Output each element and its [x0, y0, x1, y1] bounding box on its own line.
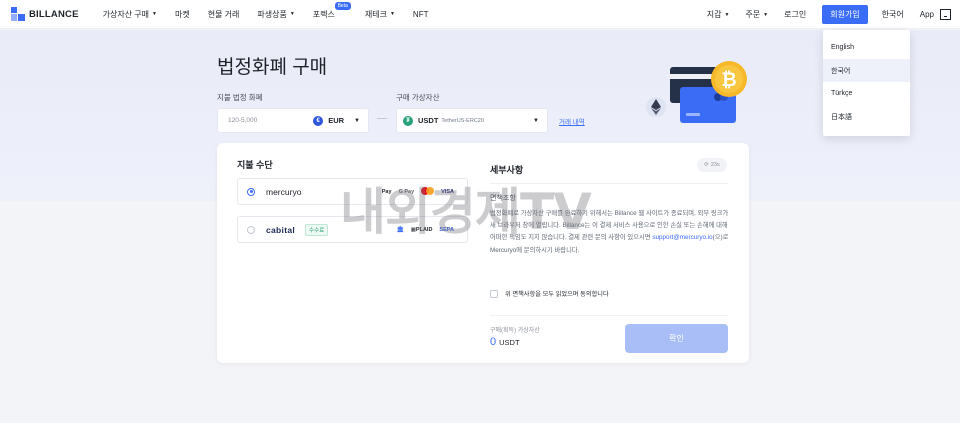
payment-method-title: 지불 수단: [237, 160, 273, 170]
nav-item-derivatives[interactable]: 파생상품 ▼: [257, 9, 294, 20]
logo-icon: [11, 7, 25, 21]
nav-item-spot[interactable]: 현물 거래: [208, 9, 240, 20]
main-menu: 가상자산 구매 ▼ 마켓 현물 거래 파생상품 ▼ 포렉스 Beta 재테크 ▼ NFT: [103, 1, 447, 20]
confirm-button[interactable]: 확인: [625, 324, 728, 353]
euro-icon: €: [313, 115, 324, 126]
support-email-link[interactable]: support@mercuryo.io: [652, 234, 712, 241]
receive-label: 구매(획득) 가상자산: [490, 328, 540, 334]
language-option-korean[interactable]: 한국어: [823, 59, 910, 82]
receive-amount: 0: [490, 336, 497, 348]
fee-badge: 수수료: [305, 223, 329, 236]
chevron-down-icon: ▼: [389, 11, 395, 17]
crypto-card-illustration: ₿: [646, 61, 747, 123]
pay-amount-field[interactable]: 120-5,000 € EUR ▼: [217, 108, 369, 133]
refresh-timer[interactable]: ⟳ 23s: [697, 158, 727, 172]
divider: [490, 315, 728, 316]
brand-name: BILLANCE: [29, 8, 79, 20]
nav-item-forex[interactable]: 포렉스 Beta: [313, 1, 351, 20]
chevron-down-icon: ▼: [763, 11, 769, 18]
buy-coin-network: TetherUS-ERC20: [441, 117, 484, 124]
app-download[interactable]: App: [920, 9, 951, 20]
download-icon: [940, 9, 951, 20]
buy-coin-value: USDT: [418, 116, 439, 125]
broadcaster-watermark: 내외경제TV: [340, 183, 592, 241]
app-label: App: [919, 10, 934, 19]
provider-name: cabital: [266, 224, 296, 235]
nav-item-earn[interactable]: 재테크 ▼: [365, 9, 395, 20]
receive-value: 0 USDT: [490, 336, 520, 348]
signup-button[interactable]: 회원가입: [822, 5, 868, 24]
transaction-history-link[interactable]: 거래 내역: [559, 116, 585, 126]
nav-wallet[interactable]: 지갑 ▼: [707, 9, 730, 20]
nav-item-markets[interactable]: 마켓: [175, 9, 190, 20]
language-dropdown: English 한국어 Türkçe 日本語: [823, 30, 910, 136]
login-link[interactable]: 로그인: [784, 9, 806, 20]
brand-logo[interactable]: BILLANCE: [11, 7, 79, 21]
agree-row[interactable]: 위 면책사항을 모두 읽었으며 동의합니다: [490, 289, 609, 298]
radio-selected[interactable]: [247, 187, 255, 196]
svg-text:₿: ₿: [721, 70, 736, 91]
page-title: 법정화폐 구매: [217, 57, 328, 78]
refresh-icon: ⟳: [704, 162, 709, 168]
caret-down-icon[interactable]: ▼: [354, 118, 360, 124]
nav-right: 지갑 ▼ 주문 ▼ 로그인 회원가입 한국어 App: [707, 0, 960, 29]
chevron-down-icon: ▼: [152, 11, 157, 17]
agree-checkbox[interactable]: [490, 289, 498, 298]
language-option-turkish[interactable]: Türkçe: [823, 82, 910, 105]
pay-amount-input[interactable]: 120-5,000: [228, 117, 313, 124]
language-option-english[interactable]: English: [823, 36, 910, 59]
separator-dash: [377, 118, 387, 119]
agree-label[interactable]: 위 면책사항을 모두 읽었으며 동의합니다: [505, 289, 609, 298]
chevron-down-icon: ▼: [289, 11, 295, 17]
provider-name: mercuryo: [266, 186, 302, 197]
language-option-japanese[interactable]: 日本語: [823, 105, 910, 128]
chevron-down-icon: ▼: [724, 11, 730, 18]
language-selector[interactable]: 한국어: [882, 9, 904, 20]
caret-down-icon[interactable]: ▼: [533, 118, 539, 124]
receive-unit: USDT: [499, 338, 520, 347]
pay-currency-value[interactable]: EUR: [328, 116, 344, 125]
buy-crypto-label: 구매 가상자산: [396, 93, 440, 102]
nav-item-buy-crypto[interactable]: 가상자산 구매 ▼: [103, 9, 157, 20]
radio-unselected[interactable]: [247, 225, 255, 234]
nav-item-nft[interactable]: NFT: [413, 9, 429, 20]
nav-orders[interactable]: 주문 ▼: [745, 9, 768, 20]
buy-crypto-select[interactable]: ₮ USDT TetherUS-ERC20 ▼: [396, 108, 548, 133]
pay-currency-label: 지불 법정 화폐: [217, 93, 263, 102]
beta-badge: Beta: [334, 1, 351, 10]
top-nav: BILLANCE 가상자산 구매 ▼ 마켓 현물 거래 파생상품 ▼ 포렉스 Beta…: [0, 0, 960, 29]
tether-icon: ₮: [403, 115, 413, 126]
